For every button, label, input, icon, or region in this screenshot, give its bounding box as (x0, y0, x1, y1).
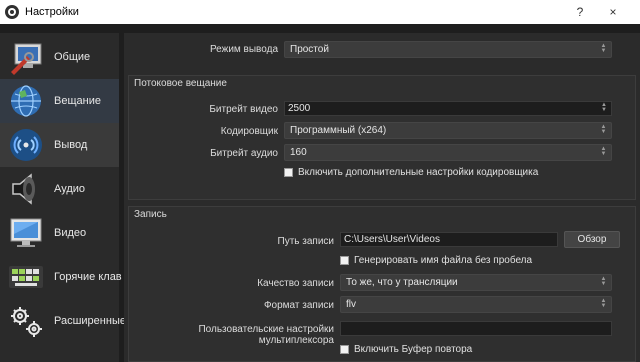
muxer-settings-input[interactable] (340, 321, 612, 336)
recording-format-select[interactable]: flv ▲ ▼ (340, 296, 612, 313)
sidebar-item-audio[interactable]: Аудио (0, 167, 119, 211)
audio-bitrate-select[interactable]: 160 ▲ ▼ (284, 144, 612, 161)
gears-icon (11, 307, 42, 337)
sidebar-item-label: Аудио (54, 183, 86, 195)
sidebar-item-video[interactable]: Видео (0, 211, 119, 255)
sidebar-item-output[interactable]: Вывод (0, 123, 119, 167)
output-mode-value: Простой (290, 44, 329, 55)
output-settings-panel: Режим вывода Простой ▲ ▼ Потоковое вещани… (124, 33, 640, 362)
combo-arrows-icon: ▲ ▼ (600, 43, 607, 54)
encoder-label: Кодировщик (220, 126, 278, 137)
sidebar-item-label: Видео (54, 227, 87, 239)
output-mode-select[interactable]: Простой ▲ ▼ (284, 41, 612, 58)
video-bitrate-label: Битрейт видео (209, 104, 278, 115)
checkbox-box[interactable] (284, 168, 293, 177)
checkbox-box[interactable] (340, 345, 349, 354)
globe-icon (11, 85, 41, 117)
sidebar-item-label: Вывод (54, 139, 88, 151)
checkbox-box[interactable] (340, 256, 349, 265)
settings-sidebar: Общие Вещание Вывод Аудио Видео Горячие … (0, 33, 126, 362)
nospace-filename-check-label: Генерировать имя файла без пробела (354, 255, 533, 266)
sidebar-item-label: Расширенные (54, 315, 126, 327)
output-mode-label: Режим вывода (209, 44, 278, 55)
recording-quality-label: Качество записи (257, 278, 334, 289)
video-bitrate-value: 2500 (288, 103, 311, 114)
help-button[interactable]: ? (565, 0, 595, 24)
combo-arrows-icon: ▲ ▼ (600, 298, 607, 309)
title-bar: Настройки ? × (0, 0, 640, 24)
recording-format-value: flv (346, 299, 356, 310)
nospace-filename-checkbox[interactable]: Генерировать имя файла без пробела (340, 255, 532, 266)
encoder-value: Программный (x264) (290, 125, 387, 136)
audio-bitrate-label: Битрейт аудио (210, 148, 278, 159)
sidebar-item-hotkeys[interactable]: Горячие клав (0, 255, 122, 299)
sidebar-item-stream[interactable]: Вещание (0, 79, 119, 123)
replay-buffer-check-label: Включить Буфер повтора (354, 344, 473, 355)
combo-arrows-icon: ▲ ▼ (600, 124, 607, 135)
combo-arrows-icon: ▲ ▼ (600, 276, 607, 287)
sidebar-item-label: Горячие клав (54, 271, 122, 283)
streaming-group-title: Потоковое вещание (134, 78, 227, 89)
replay-buffer-checkbox[interactable]: Включить Буфер повтора (340, 344, 472, 355)
keyboard-icon (9, 266, 43, 288)
recording-format-label: Формат записи (263, 300, 334, 311)
advanced-encoder-check-label: Включить дополнительные настройки кодиро… (298, 167, 539, 178)
broadcast-icon (10, 129, 42, 161)
speaker-icon (12, 173, 35, 205)
recording-group-title: Запись (134, 209, 167, 220)
recording-quality-select[interactable]: То же, что у трансляции ▲ ▼ (340, 274, 612, 291)
advanced-encoder-checkbox[interactable]: Включить дополнительные настройки кодиро… (284, 167, 538, 178)
recording-path-input[interactable]: C:\Users\User\Videos (340, 232, 558, 247)
audio-bitrate-value: 160 (290, 147, 307, 158)
muxer-settings-label: Пользовательские настройки мультиплексор… (198, 324, 334, 346)
display-icon (10, 218, 42, 247)
recording-quality-value: То же, что у трансляции (346, 277, 458, 288)
sidebar-item-label: Вещание (54, 95, 101, 107)
sidebar-item-label: Общие (54, 51, 91, 63)
sidebar-item-general[interactable]: Общие (0, 35, 119, 79)
close-button[interactable]: × (598, 0, 628, 24)
browse-button[interactable]: Обзор (564, 231, 620, 248)
video-bitrate-spinbox[interactable]: 2500 ▲ ▼ (284, 101, 612, 116)
spin-arrows-icon[interactable]: ▲ ▼ (601, 102, 607, 113)
window-title: Настройки (25, 6, 79, 18)
recording-path-label: Путь записи (277, 236, 335, 247)
combo-arrows-icon: ▲ ▼ (600, 146, 607, 157)
sidebar-item-advanced[interactable]: Расширенные (0, 299, 126, 343)
monitor-wrench-icon (11, 43, 42, 75)
encoder-select[interactable]: Программный (x264) ▲ ▼ (284, 122, 612, 139)
obs-logo-icon (5, 5, 19, 19)
